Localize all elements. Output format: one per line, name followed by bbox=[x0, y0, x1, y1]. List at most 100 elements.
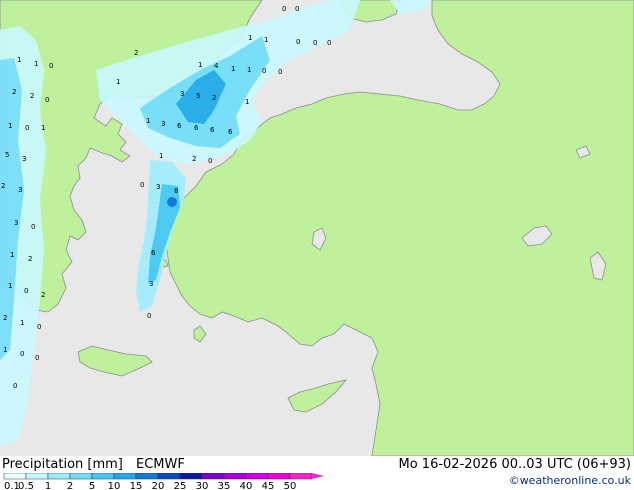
map-footer: Precipitation [mm] ECMWF Mo 16-02-2026 0… bbox=[0, 456, 634, 490]
legend-tick-label: 40 bbox=[240, 481, 253, 490]
legend-color-box bbox=[91, 473, 115, 480]
precip-value-label: 0 bbox=[295, 5, 299, 13]
precip-value-label: 1 bbox=[3, 346, 7, 354]
precip-value-label: 1 bbox=[10, 251, 14, 259]
precip-value-label: 2 bbox=[1, 182, 5, 190]
precip-value-label: 1 bbox=[116, 78, 120, 86]
legend-tick-label: 2 bbox=[67, 481, 73, 490]
precip-value-label: 0 bbox=[296, 38, 300, 46]
legend-color-boxes bbox=[3, 473, 324, 480]
precip-value-label: 0 bbox=[20, 350, 24, 358]
precip-value-label: 1 bbox=[17, 56, 21, 64]
precip-value-label: 2 bbox=[12, 88, 16, 96]
precip-value-label: 0 bbox=[140, 181, 144, 189]
legend-tick-label: 1 bbox=[45, 481, 51, 490]
legend-color-box bbox=[201, 473, 225, 480]
legend-color-box bbox=[69, 473, 93, 480]
precip-value-label: 6 bbox=[194, 124, 199, 132]
valid-time: Mo 16-02-2026 00..03 UTC (06+93) bbox=[398, 457, 632, 472]
map-title: Precipitation [mm] bbox=[2, 457, 123, 472]
legend-color-box bbox=[157, 473, 181, 480]
legend-tick-label: 15 bbox=[130, 481, 143, 490]
precip-value-label: 1 bbox=[159, 152, 163, 160]
legend-color-box bbox=[3, 473, 27, 480]
legend-color-box bbox=[267, 473, 291, 480]
legend-tick-labels: 0.10.5 1 2 5 10 15 20 25 30 35 40 45 50 bbox=[4, 481, 296, 490]
precip-value-label: 5 bbox=[196, 92, 200, 100]
legend-color-box bbox=[135, 473, 159, 480]
precip-value-label: 5 bbox=[5, 151, 9, 159]
precip-value-label: 3 bbox=[149, 280, 153, 288]
precip-value-label: 6 bbox=[177, 122, 182, 130]
legend-overflow-arrow bbox=[312, 473, 324, 479]
legend-color-box bbox=[179, 473, 203, 480]
precip-value-label: 4 bbox=[214, 62, 219, 70]
precip-max-cell bbox=[167, 197, 177, 207]
precip-value-label: 6 bbox=[210, 126, 215, 134]
legend-tick-label: 25 bbox=[174, 481, 187, 490]
precip-value-label: 3 bbox=[161, 120, 165, 128]
model-name: ECMWF bbox=[136, 457, 185, 472]
legend-color-box bbox=[47, 473, 71, 480]
precip-value-label: 0 bbox=[45, 96, 49, 104]
precip-value-label: 2 bbox=[41, 291, 45, 299]
precip-value-label: 1 bbox=[264, 36, 268, 44]
precip-value-label: 0 bbox=[13, 382, 17, 390]
precip-value-label: 0 bbox=[24, 287, 28, 295]
precip-value-label: 2 bbox=[134, 49, 138, 57]
legend-tick-label: 45 bbox=[262, 481, 275, 490]
precip-value-label: 3 bbox=[18, 186, 22, 194]
precip-value-label: 1 bbox=[8, 282, 12, 290]
precip-value-label: 2 bbox=[192, 155, 196, 163]
precip-value-label: 1 bbox=[248, 34, 252, 42]
precip-legend: 0.10.5 1 2 5 10 15 20 25 30 35 40 45 50 bbox=[3, 473, 324, 490]
precip-value-label: 0 bbox=[25, 124, 29, 132]
credit-link[interactable]: ©weatheronline.co.uk bbox=[509, 474, 631, 487]
precip-value-label: 0 bbox=[282, 5, 286, 13]
precip-value-label: 6 bbox=[228, 128, 233, 136]
precip-value-label: 2 bbox=[28, 255, 32, 263]
precip-value-label: 1 bbox=[41, 124, 45, 132]
precip-value-label: 0 bbox=[313, 39, 317, 47]
precip-value-label: 1 bbox=[20, 319, 24, 327]
legend-tick-label: 5 bbox=[89, 481, 95, 490]
precip-value-label: 2 bbox=[3, 314, 7, 322]
legend-color-box bbox=[113, 473, 137, 480]
precip-value-label: 1 bbox=[247, 66, 251, 74]
precip-value-label: 0 bbox=[147, 312, 151, 320]
precip-value-label: 3 bbox=[14, 219, 18, 227]
legend-color-box bbox=[289, 473, 313, 480]
legend-tick-label: 35 bbox=[218, 481, 231, 490]
precip-value-label: 0 bbox=[49, 62, 53, 70]
precip-value-label: 1 bbox=[245, 98, 249, 106]
precip-value-label: 3 bbox=[180, 90, 184, 98]
precip-value-label: 1 bbox=[198, 61, 202, 69]
legend-tick-label: 0.5 bbox=[18, 481, 34, 490]
precip-value-label: 0 bbox=[262, 67, 266, 75]
precip-value-label: 2 bbox=[212, 94, 216, 102]
legend-tick-label: 10 bbox=[108, 481, 121, 490]
precip-value-label: 3 bbox=[156, 183, 160, 191]
precip-value-label: 1 bbox=[34, 60, 38, 68]
precip-value-label: 0 bbox=[327, 39, 331, 47]
precip-value-label: 2 bbox=[30, 92, 34, 100]
legend-tick-label: 30 bbox=[196, 481, 209, 490]
legend-tick-label: 50 bbox=[284, 481, 297, 490]
precip-value-label: 1 bbox=[231, 65, 235, 73]
precip-value-label: 3 bbox=[22, 155, 26, 163]
legend-color-box bbox=[25, 473, 49, 480]
precip-value-label: 1 bbox=[8, 122, 12, 130]
precip-value-label: 0 bbox=[37, 323, 41, 331]
precip-value-label: 0 bbox=[278, 68, 282, 76]
precip-value-label: 0 bbox=[31, 223, 35, 231]
legend-tick-label: 20 bbox=[152, 481, 165, 490]
weather-map-frame: 0000011214110011012203521101136666120532… bbox=[0, 0, 634, 490]
precipitation-map[interactable]: 0 0 0 0 0 1 1 2 1 4 1 1 0 0 1 1 0 1 2 2 0 3 5 2 1 1 0 1 1 3 6 6 6 6 1 2 0 5 3 2… bbox=[0, 0, 634, 456]
precip-value-label: 6 bbox=[151, 249, 156, 257]
precip-value-label: 8 bbox=[174, 187, 178, 195]
legend-color-box bbox=[245, 473, 269, 480]
precip-value-label: 0 bbox=[35, 354, 39, 362]
precip-value-label: 0 bbox=[208, 157, 212, 165]
legend-color-box bbox=[223, 473, 247, 480]
precip-value-label: 1 bbox=[146, 117, 150, 125]
